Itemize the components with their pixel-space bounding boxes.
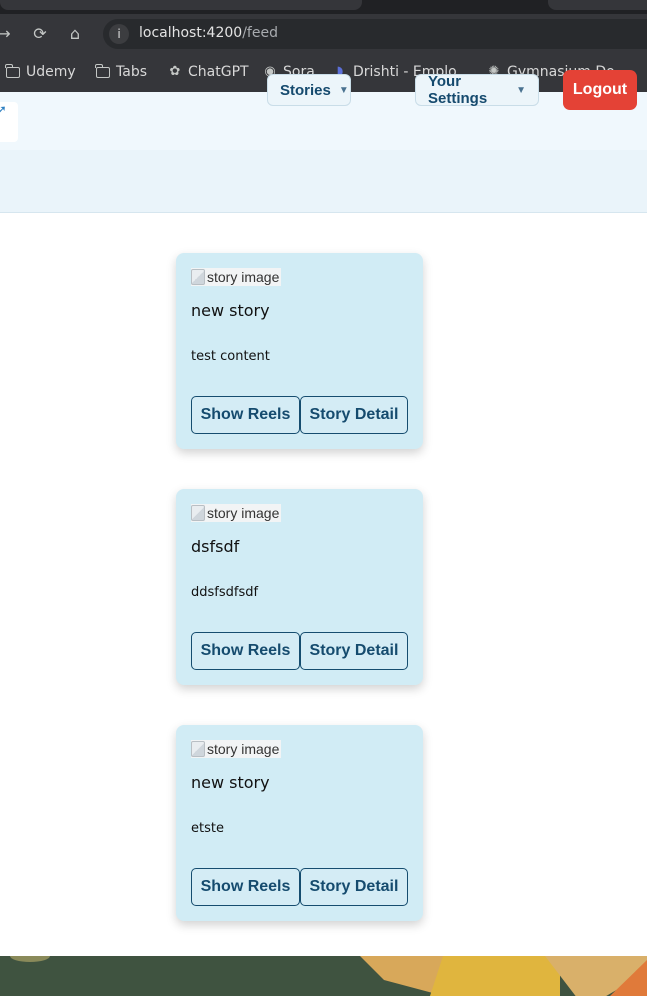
image-alt-text: story image (207, 505, 280, 521)
stories-label: Stories (280, 81, 331, 99)
browser-tab[interactable] (0, 0, 362, 10)
chatgpt-icon: ✿ (169, 64, 181, 79)
url-host: localhost:4200 (139, 25, 243, 41)
bookmark-label: Udemy (26, 64, 76, 80)
settings-dropdown[interactable]: Your Settings ▼ (415, 73, 539, 107)
story-card: story image new story test content Show … (176, 253, 423, 449)
show-reels-button[interactable]: Show Reels (191, 868, 300, 906)
story-image: story image (191, 268, 282, 286)
bookmark-tabs[interactable]: Tabs (95, 62, 147, 82)
site-info-icon[interactable]: i (109, 24, 129, 44)
story-title: new story (191, 301, 270, 320)
bookmark-label: ChatGPT (188, 64, 249, 80)
story-card: story image dsfsdf ddsfsdfsdf Show Reels… (176, 489, 423, 685)
story-detail-button[interactable]: Story Detail (300, 868, 408, 906)
desktop-wallpaper (0, 956, 647, 996)
caret-down-icon: ▼ (516, 84, 526, 96)
bookmark-label: Tabs (116, 64, 147, 80)
story-image: story image (191, 740, 282, 758)
story-image: story image (191, 504, 282, 522)
wallpaper-shape (430, 956, 560, 996)
home-icon[interactable]: ⌂ (65, 24, 85, 44)
story-title: dsfsdf (191, 537, 240, 556)
broken-image-icon (191, 505, 205, 521)
reload-icon[interactable]: ⟳ (30, 24, 50, 44)
story-detail-button[interactable]: Story Detail (300, 632, 408, 670)
url-path: /feed (242, 25, 278, 41)
story-card: story image new story etste Show Reels S… (176, 725, 423, 921)
app-header: ➚ (0, 92, 647, 213)
broken-image-icon (191, 269, 205, 285)
image-alt-text: story image (207, 741, 280, 757)
feed: story image new story test content Show … (0, 213, 647, 956)
show-reels-button[interactable]: Show Reels (191, 632, 300, 670)
forward-icon[interactable]: → (0, 24, 14, 44)
folder-icon (95, 63, 110, 78)
settings-label: Your Settings (428, 73, 488, 107)
image-alt-text: story image (207, 269, 280, 285)
broken-image-icon (191, 741, 205, 757)
stories-dropdown[interactable]: Stories ▼ (267, 74, 351, 106)
story-content: ddsfsdfsdf (191, 585, 259, 600)
bookmark-udemy[interactable]: Udemy (5, 62, 76, 82)
browser-tab[interactable] (548, 0, 647, 10)
story-detail-button[interactable]: Story Detail (300, 396, 408, 434)
story-title: new story (191, 773, 270, 792)
folder-icon (5, 63, 20, 78)
bookmark-chatgpt[interactable]: ✿ ChatGPT (168, 62, 249, 82)
logout-button[interactable]: Logout (563, 70, 637, 110)
logo-icon: ➚ (0, 102, 7, 117)
caret-down-icon: ▼ (338, 84, 349, 96)
url-text[interactable]: localhost:4200/feed (139, 25, 278, 41)
nav-bar (0, 150, 647, 212)
tab-strip (0, 0, 647, 12)
show-reels-button[interactable]: Show Reels (191, 396, 300, 434)
story-content: test content (191, 349, 270, 364)
wallpaper-shape (10, 956, 50, 962)
story-content: etste (191, 821, 224, 836)
